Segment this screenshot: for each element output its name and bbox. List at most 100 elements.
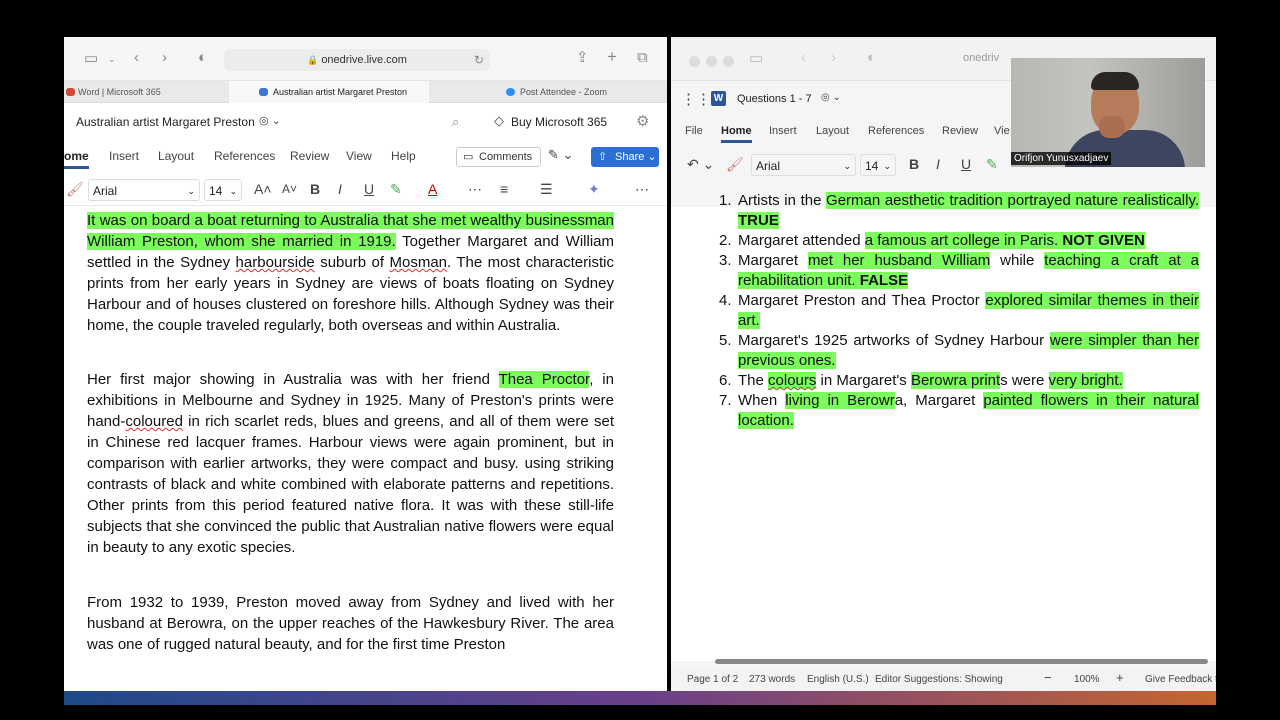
zoom-favicon-icon	[506, 88, 515, 96]
underline-icon[interactable]: U	[961, 155, 971, 173]
bold-icon[interactable]: B	[310, 180, 320, 198]
tab-review[interactable]: Review	[290, 149, 329, 163]
italic-icon[interactable]: I	[338, 180, 342, 198]
minimize-window-icon[interactable]	[706, 56, 717, 67]
tab-australian-artist[interactable]: Australian artist Margaret Preston	[229, 81, 429, 103]
url-text[interactable]: onedriv	[963, 52, 999, 64]
question-text: The colours in Margaret's Berowra prints…	[719, 371, 1199, 391]
grow-font-icon[interactable]: A˄	[254, 180, 272, 198]
tab-view[interactable]: View	[346, 149, 372, 163]
question-number: 7.	[719, 392, 732, 409]
shield-icon[interactable]: ◐	[198, 49, 207, 67]
zoom-window-icon[interactable]	[723, 56, 734, 67]
tab-references[interactable]: References	[868, 125, 924, 137]
comments-button[interactable]: ▭ Comments	[456, 147, 542, 167]
document-title[interactable]: Australian artist Margaret Preston	[76, 115, 255, 129]
tab-layout[interactable]: Layout	[158, 149, 194, 163]
onedrive-favicon-icon	[259, 88, 268, 96]
participant-video[interactable]: Orifjon Yunusxadjaev	[1011, 58, 1205, 167]
tab-insert[interactable]: Insert	[109, 149, 139, 163]
gear-icon[interactable]: ⚙	[636, 113, 649, 131]
tab-references[interactable]: References	[214, 149, 275, 163]
underline-icon[interactable]: U	[364, 180, 374, 198]
close-window-icon[interactable]	[689, 56, 700, 67]
zoom-level[interactable]: 100%	[1074, 674, 1100, 685]
font-name-select[interactable]: Arial ⌄	[751, 154, 856, 176]
tab-label: Australian artist Margaret Preston	[273, 87, 408, 97]
tab-home[interactable]: Home	[721, 125, 752, 143]
give-feedback-link[interactable]: Give Feedback to	[1145, 674, 1216, 685]
font-color-icon[interactable]: A	[428, 180, 437, 198]
paragraph-2: Her first major showing in Australia was…	[87, 369, 614, 558]
highlighted-text: a famous art college in Paris.	[864, 232, 1059, 249]
sidebar-icon[interactable]: ▭	[84, 50, 98, 68]
sidebar-icon[interactable]: ▭	[749, 50, 763, 68]
italic-icon[interactable]: I	[936, 155, 940, 173]
tab-review[interactable]: Review	[942, 125, 978, 137]
shield-icon[interactable]: ◐	[867, 49, 876, 67]
font-name-select[interactable]: Arial ⌄	[88, 179, 200, 201]
zoom-out-icon[interactable]: −	[1044, 670, 1052, 685]
share-sheet-icon[interactable]: ⇪	[576, 49, 589, 67]
tab-layout[interactable]: Layout	[816, 125, 849, 137]
format-painter-icon[interactable]: 🖌	[726, 155, 744, 173]
bold-icon[interactable]: B	[909, 155, 919, 173]
line-spacing-icon[interactable]: ☰	[540, 180, 553, 198]
question-item-3: 3. Margaret met her husband William while…	[719, 251, 1199, 291]
desktop-background	[64, 691, 1216, 705]
more-options-icon[interactable]: ⋯	[635, 180, 649, 198]
editor-suggestions[interactable]: Editor Suggestions: Showing	[875, 674, 1003, 685]
forward-icon[interactable]: ›	[162, 49, 167, 67]
share-button[interactable]: ⇧ Share ⌄	[591, 147, 659, 167]
tab-overview-icon[interactable]: ⧉	[637, 49, 648, 67]
question-item-1: 1. Artists in the German aesthetic tradit…	[719, 191, 1200, 231]
document-canvas: It was on board a boat returning to Aust…	[64, 207, 667, 691]
tab-home[interactable]: ome	[64, 149, 89, 169]
question-number: 2.	[719, 232, 732, 249]
tab-view[interactable]: Vie	[994, 125, 1010, 137]
more-icon[interactable]: ⋯	[468, 180, 482, 198]
tab-zoom[interactable]: Post Attendee - Zoom	[429, 81, 667, 103]
buy-microsoft-365-link[interactable]: Buy Microsoft 365	[511, 115, 607, 129]
tab-word[interactable]: Word | Microsoft 365	[64, 81, 229, 103]
text: s were	[1000, 372, 1049, 389]
address-bar[interactable]: 🔒 onedrive.live.com	[224, 49, 490, 71]
word-count[interactable]: 273 words	[749, 674, 795, 685]
tab-file[interactable]: File	[685, 125, 703, 137]
align-icon[interactable]: ≡	[500, 180, 508, 198]
reload-icon[interactable]: ↻	[474, 51, 484, 69]
horizontal-scrollbar[interactable]	[715, 659, 1208, 664]
highlight-icon[interactable]: ✎	[986, 155, 998, 173]
chevron-down-icon: ⌄	[843, 161, 851, 171]
forward-icon[interactable]: ›	[831, 49, 836, 67]
chevron-down-icon[interactable]: ⌄	[108, 50, 116, 68]
save-status-icon[interactable]: ◎ ⌄	[821, 92, 841, 103]
highlight-icon[interactable]: ✎	[390, 180, 402, 198]
save-status-icon[interactable]: ◎ ⌄	[259, 114, 281, 127]
format-painter-icon[interactable]: 🖌	[66, 180, 84, 198]
text: Margaret attended	[738, 232, 865, 249]
font-size-select[interactable]: 14 ⌄	[204, 179, 242, 201]
new-tab-icon[interactable]: +	[607, 48, 617, 66]
text: in Margaret's	[816, 372, 911, 389]
question-text: When living in Berowra, Margaret painted…	[719, 391, 1199, 431]
page-count[interactable]: Page 1 of 2	[687, 674, 738, 685]
highlighted-text: colours	[768, 372, 817, 389]
tab-help[interactable]: Help	[391, 149, 416, 163]
text: while	[990, 252, 1045, 269]
back-icon[interactable]: ‹	[134, 49, 139, 67]
language[interactable]: English (U.S.)	[807, 674, 869, 685]
tab-insert[interactable]: Insert	[769, 125, 797, 137]
designer-icon[interactable]: ✦	[588, 180, 600, 198]
back-icon[interactable]: ‹	[801, 49, 806, 67]
share-icon: ⇧	[598, 151, 608, 163]
comment-icon: ▭	[463, 151, 474, 163]
zoom-in-icon[interactable]: +	[1116, 670, 1124, 685]
font-name-value: Arial	[756, 159, 781, 173]
undo-icon[interactable]: ↶ ⌄	[687, 155, 714, 173]
shrink-font-icon[interactable]: A˅	[282, 180, 297, 198]
search-icon[interactable]: ⌕	[452, 113, 459, 131]
document-title[interactable]: Questions 1 - 7	[737, 93, 812, 105]
font-size-select[interactable]: 14 ⌄	[860, 154, 896, 176]
editing-pen-icon[interactable]: ✎ ⌄	[548, 147, 573, 163]
